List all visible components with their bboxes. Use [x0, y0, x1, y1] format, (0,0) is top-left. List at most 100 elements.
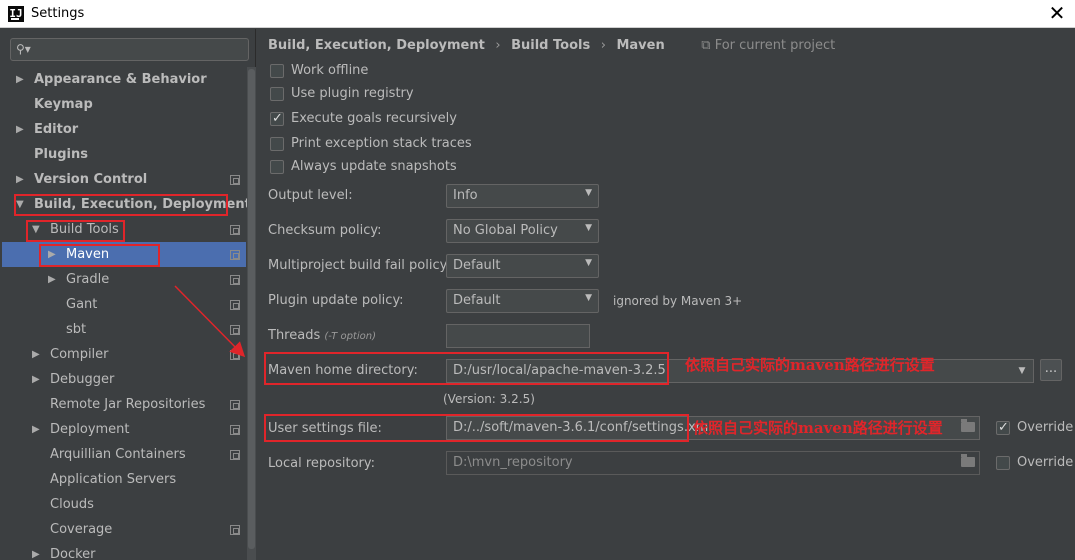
- collapsed-arrow-icon[interactable]: ▶: [32, 342, 40, 367]
- tree-item-application-servers[interactable]: Application Servers: [2, 467, 246, 492]
- tree-item-remote-jar-repositories[interactable]: Remote Jar Repositories: [2, 392, 246, 417]
- sidebar-scrollbar[interactable]: [247, 67, 256, 560]
- tree-item-label: Gant: [66, 297, 98, 312]
- tree-item-keymap[interactable]: Keymap: [2, 92, 246, 117]
- tree-item-gradle[interactable]: ▶ Gradle: [2, 267, 246, 292]
- checkbox-label: Use plugin registry: [291, 86, 414, 101]
- highlight-maven-home: [264, 352, 669, 385]
- tree-item-sbt[interactable]: sbt: [2, 317, 246, 342]
- project-settings-icon: [230, 450, 240, 460]
- tree-item-label: Keymap: [34, 97, 93, 112]
- search-icon: ⚲▾: [16, 42, 31, 56]
- tree-item-label: Docker: [50, 547, 96, 560]
- tree-item-appearance-behavior[interactable]: ▶ Appearance & Behavior: [2, 67, 246, 92]
- threads-label-text: Threads: [268, 328, 321, 343]
- checkbox-label: Execute goals recursively: [291, 111, 457, 126]
- collapsed-arrow-icon[interactable]: ▶: [48, 267, 56, 292]
- output-level-label: Output level:: [268, 188, 353, 203]
- project-scope-note: ⧉ For current project: [701, 38, 836, 53]
- tree-item-plugins[interactable]: Plugins: [2, 142, 246, 167]
- scrollbar-thumb[interactable]: [248, 69, 255, 549]
- plugin-update-policy-label: Plugin update policy:: [268, 293, 404, 308]
- search-input[interactable]: ⚲▾: [10, 38, 249, 61]
- collapsed-arrow-icon[interactable]: ▶: [16, 117, 24, 142]
- project-settings-icon: [230, 525, 240, 535]
- select-value: Info: [453, 188, 478, 203]
- checkbox-label: Override: [1017, 455, 1074, 470]
- tree-item-clouds[interactable]: Clouds: [2, 492, 246, 517]
- select-value: Default: [453, 293, 501, 308]
- checksum-policy-select[interactable]: No Global Policy ▼: [446, 219, 599, 243]
- checkbox-box[interactable]: [270, 110, 284, 128]
- tree-item-editor[interactable]: ▶ Editor: [2, 117, 246, 142]
- maven-home-annotation: 依照自己实际的maven路径进行设置: [685, 356, 935, 374]
- tree-item-label: Plugins: [34, 147, 88, 162]
- highlight-build-tools: [26, 220, 125, 242]
- collapsed-arrow-icon[interactable]: ▶: [32, 417, 40, 442]
- tree-item-deployment[interactable]: ▶ Deployment: [2, 417, 246, 442]
- tree-item-gant[interactable]: Gant: [2, 292, 246, 317]
- breadcrumb-item: Maven: [616, 38, 665, 53]
- collapsed-arrow-icon[interactable]: ▶: [16, 67, 24, 92]
- checkbox-label: Work offline: [291, 63, 369, 78]
- browse-maven-home-button[interactable]: ...: [1040, 359, 1062, 381]
- project-settings-icon: [230, 225, 240, 235]
- threads-input[interactable]: [446, 324, 590, 348]
- tree-item-arquillian-containers[interactable]: Arquillian Containers: [2, 442, 246, 467]
- tree-item-coverage[interactable]: Coverage: [2, 517, 246, 542]
- checkbox-box[interactable]: [270, 137, 284, 151]
- checkbox-box[interactable]: [270, 87, 284, 101]
- project-settings-icon: [230, 275, 240, 285]
- tree-item-compiler[interactable]: ▶ Compiler: [2, 342, 246, 367]
- folder-icon[interactable]: [961, 419, 975, 432]
- local-repository-label: Local repository:: [268, 456, 375, 471]
- multiproject-fail-policy-select[interactable]: Default ▼: [446, 254, 599, 278]
- settings-sidebar: ⚲▾ ▶ Appearance & Behavior Keymap ▶ Editor Pl…: [0, 29, 256, 560]
- collapsed-arrow-icon[interactable]: ▶: [32, 367, 40, 392]
- checkbox-box[interactable]: [996, 456, 1010, 470]
- multiproject-fail-policy-label: Multiproject build fail policy:: [268, 258, 451, 273]
- collapsed-arrow-icon[interactable]: ▶: [32, 542, 40, 560]
- checkbox-box[interactable]: [270, 160, 284, 174]
- checkbox-label: Print exception stack traces: [291, 136, 472, 151]
- chevron-down-icon: ▼: [585, 293, 592, 303]
- checksum-policy-label: Checksum policy:: [268, 223, 382, 238]
- breadcrumb-item: Build, Execution, Deployment: [268, 38, 485, 53]
- project-settings-icon: [230, 325, 240, 335]
- breadcrumb-item: Build Tools: [511, 38, 591, 53]
- tree-item-label: Version Control: [34, 172, 148, 187]
- chevron-down-icon: ▼: [585, 223, 592, 233]
- local-repository-input[interactable]: D:\mvn_repository: [446, 451, 980, 475]
- tree-item-version-control[interactable]: ▶ Version Control: [2, 167, 246, 192]
- tree-item-label: Editor: [34, 122, 79, 137]
- tree-item-label: Deployment: [50, 422, 130, 437]
- project-settings-icon: [230, 350, 240, 360]
- threads-label: Threads (-T option): [268, 328, 376, 343]
- threads-hint: (-T option): [324, 331, 376, 342]
- plugin-update-note: ignored by Maven 3+: [613, 294, 743, 308]
- window-title: Settings: [31, 6, 85, 21]
- maven-version: (Version: 3.2.5): [443, 392, 535, 406]
- folder-icon[interactable]: [961, 454, 975, 467]
- tree-item-label: Arquillian Containers: [50, 447, 186, 462]
- tree-item-debugger[interactable]: ▶ Debugger: [2, 367, 246, 392]
- collapsed-arrow-icon[interactable]: ▶: [16, 167, 24, 192]
- breadcrumb-separator: ›: [600, 38, 606, 53]
- tree-item-label: Debugger: [50, 372, 115, 387]
- project-settings-icon: [230, 175, 240, 185]
- select-value: No Global Policy: [453, 223, 558, 238]
- checkbox-label: Override: [1017, 420, 1074, 435]
- title-bar: IJ Settings ✕: [0, 0, 1075, 28]
- chevron-down-icon[interactable]: ▼: [1012, 359, 1032, 383]
- breadcrumb: Build, Execution, Deployment › Build Too…: [268, 38, 847, 53]
- checkbox-box[interactable]: [270, 64, 284, 78]
- tree-item-label: Application Servers: [50, 472, 177, 487]
- output-level-select[interactable]: Info ▼: [446, 184, 599, 208]
- checkbox-box[interactable]: [996, 419, 1010, 437]
- tree-item-docker[interactable]: ▶ Docker: [2, 542, 246, 560]
- tree-item-label: Remote Jar Repositories: [50, 397, 206, 412]
- tree-item-label: Compiler: [50, 347, 109, 362]
- plugin-update-policy-select[interactable]: Default ▼: [446, 289, 599, 313]
- close-icon[interactable]: ✕: [1047, 3, 1067, 23]
- tree-item-label: Clouds: [50, 497, 94, 512]
